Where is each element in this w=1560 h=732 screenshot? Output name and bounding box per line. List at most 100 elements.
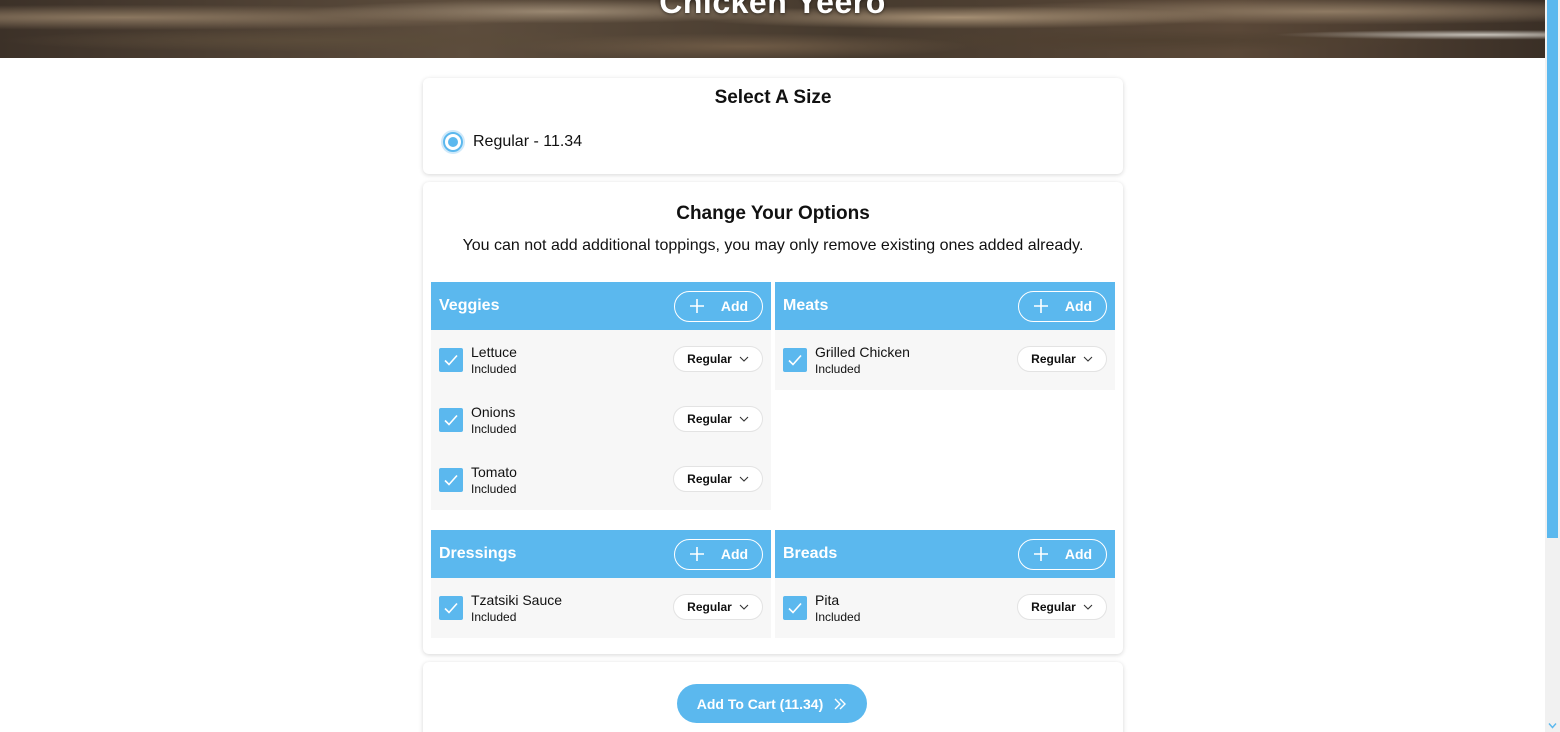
item-name: Pita bbox=[815, 592, 840, 608]
cart-card: Add To Cart (11.34) bbox=[423, 662, 1123, 732]
hero-banner: Chicken Yeero bbox=[0, 0, 1545, 58]
item-status: Included bbox=[471, 482, 517, 496]
amount-select[interactable]: Regular bbox=[673, 594, 763, 620]
item-name: Tomato bbox=[471, 464, 517, 480]
group-title: Meats bbox=[783, 297, 829, 314]
group-title: Veggies bbox=[439, 297, 500, 314]
item-status: Included bbox=[815, 362, 861, 376]
list-item: Lettuce Included Regular bbox=[431, 330, 771, 390]
item-title: Chicken Yeero bbox=[659, 0, 886, 20]
item-status: Included bbox=[471, 362, 517, 376]
page-scrollbar[interactable] bbox=[1545, 0, 1560, 732]
checkmark-icon bbox=[444, 414, 458, 426]
item-name: Onions bbox=[471, 404, 516, 420]
item-text: Lettuce Included bbox=[471, 343, 517, 377]
list-item: Grilled Chicken Included Regular bbox=[775, 330, 1115, 390]
radio-selected-icon[interactable] bbox=[443, 132, 463, 152]
group-header: Breads Add bbox=[775, 530, 1115, 578]
checkmark-icon bbox=[788, 602, 802, 614]
item-list: Lettuce Included Regular Onions Included bbox=[431, 330, 771, 510]
options-card: Change Your Options You can not add addi… bbox=[423, 182, 1123, 654]
group-title: Dressings bbox=[439, 545, 517, 562]
amount-select[interactable]: Regular bbox=[1017, 346, 1107, 372]
chevron-down-icon bbox=[1083, 604, 1093, 610]
item-text: Tzatsiki Sauce Included bbox=[471, 591, 562, 625]
options-heading: Change Your Options bbox=[676, 203, 870, 224]
chevron-down-icon bbox=[739, 356, 749, 362]
item-name: Tzatsiki Sauce bbox=[471, 592, 563, 608]
item-name: Lettuce bbox=[471, 344, 517, 360]
add-label: Add bbox=[1064, 298, 1093, 314]
checkbox[interactable] bbox=[783, 348, 807, 372]
group-dressings: Dressings Add Tzatsiki Sauce Included Re… bbox=[431, 530, 771, 638]
item-text: Tomato Included bbox=[471, 463, 517, 497]
group-header: Dressings Add bbox=[431, 530, 771, 578]
list-item: Pita Included Regular bbox=[775, 578, 1115, 638]
plus-icon bbox=[689, 547, 704, 561]
amount-select[interactable]: Regular bbox=[1017, 594, 1107, 620]
item-text: Onions Included bbox=[471, 403, 516, 437]
checkbox[interactable] bbox=[783, 596, 807, 620]
chevron-down-icon bbox=[739, 416, 749, 422]
scroll-down-arrow-icon[interactable] bbox=[1548, 721, 1557, 730]
amount-value: Regular bbox=[687, 472, 732, 486]
checkmark-icon bbox=[444, 474, 458, 486]
add-dressings-button[interactable]: Add bbox=[674, 538, 763, 570]
list-item: Tomato Included Regular bbox=[431, 450, 771, 510]
checkbox[interactable] bbox=[439, 408, 463, 432]
checkbox[interactable] bbox=[439, 348, 463, 372]
amount-select[interactable]: Regular bbox=[673, 406, 763, 432]
checkmark-icon bbox=[788, 354, 802, 366]
size-option-label: Regular - 11.34 bbox=[473, 133, 583, 150]
item-text: Grilled Chicken Included bbox=[815, 343, 910, 377]
item-name: Grilled Chicken bbox=[815, 344, 910, 360]
plus-icon bbox=[689, 299, 704, 313]
add-label: Add bbox=[1064, 546, 1093, 562]
item-status: Included bbox=[471, 422, 517, 436]
plus-icon bbox=[1033, 299, 1048, 313]
add-breads-button[interactable]: Add bbox=[1018, 538, 1107, 570]
group-header: Meats Add bbox=[775, 282, 1115, 330]
amount-select[interactable]: Regular bbox=[673, 466, 763, 492]
item-list: Grilled Chicken Included Regular bbox=[775, 330, 1115, 390]
chevron-down-icon bbox=[739, 476, 749, 482]
item-text: Pita Included bbox=[815, 591, 860, 625]
scrollbar-thumb[interactable] bbox=[1547, 0, 1558, 538]
add-meats-button[interactable]: Add bbox=[1018, 290, 1107, 322]
checkmark-icon bbox=[444, 602, 458, 614]
group-header: Veggies Add bbox=[431, 282, 771, 330]
group-veggies: Veggies Add Lettuce Included Regular Oni… bbox=[431, 282, 771, 510]
item-list: Pita Included Regular bbox=[775, 578, 1115, 638]
group-meats: Meats Add Grilled Chicken Included Regul… bbox=[775, 282, 1115, 390]
list-item: Tzatsiki Sauce Included Regular bbox=[431, 578, 771, 638]
item-list: Tzatsiki Sauce Included Regular bbox=[431, 578, 771, 638]
size-card: Select A Size Regular - 11.34 bbox=[423, 78, 1123, 174]
add-label: Add bbox=[720, 546, 749, 562]
double-chevron-right-icon bbox=[834, 698, 847, 709]
page: Chicken Yeero Select A Size Regular - 11… bbox=[0, 0, 1545, 732]
add-to-cart-label: Add To Cart (11.34) bbox=[696, 695, 824, 712]
checkbox[interactable] bbox=[439, 468, 463, 492]
checkmark-icon bbox=[444, 354, 458, 366]
amount-select[interactable]: Regular bbox=[673, 346, 763, 372]
add-veggies-button[interactable]: Add bbox=[674, 290, 763, 322]
amount-value: Regular bbox=[687, 600, 732, 614]
size-heading: Select A Size bbox=[714, 87, 832, 108]
item-status: Included bbox=[815, 610, 861, 624]
size-option-regular[interactable]: Regular - 11.34 bbox=[443, 130, 582, 154]
amount-value: Regular bbox=[687, 352, 732, 366]
add-label: Add bbox=[720, 298, 749, 314]
add-to-cart-button[interactable]: Add To Cart (11.34) bbox=[677, 684, 867, 723]
item-status: Included bbox=[471, 610, 517, 624]
chevron-down-icon bbox=[739, 604, 749, 610]
radio-dot bbox=[448, 137, 458, 147]
checkbox[interactable] bbox=[439, 596, 463, 620]
group-breads: Breads Add Pita Included Regular bbox=[775, 530, 1115, 638]
amount-value: Regular bbox=[687, 412, 732, 426]
chevron-down-icon bbox=[1083, 356, 1093, 362]
plus-icon bbox=[1033, 547, 1048, 561]
list-item: Onions Included Regular bbox=[431, 390, 771, 450]
amount-value: Regular bbox=[1031, 600, 1076, 614]
amount-value: Regular bbox=[1031, 352, 1076, 366]
group-title: Breads bbox=[783, 545, 838, 562]
